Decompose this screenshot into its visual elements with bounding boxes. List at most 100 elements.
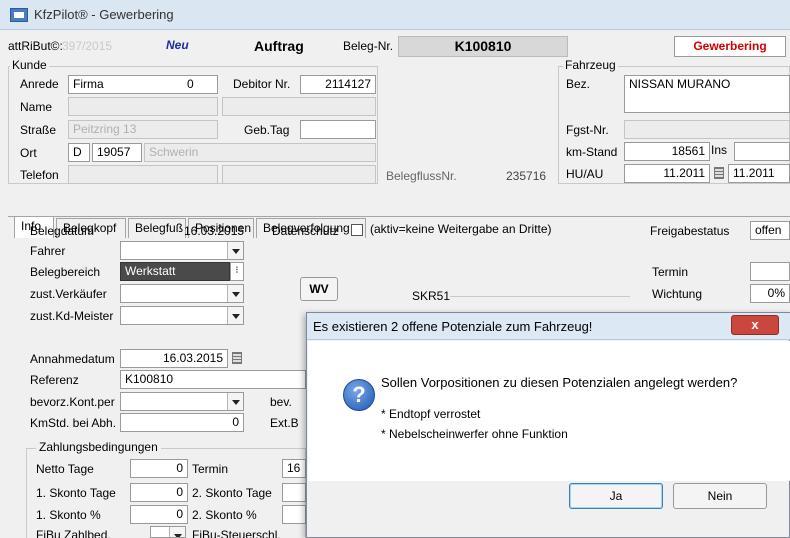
belegdatum-value: 16.03.2015: [184, 224, 245, 238]
window-titlebar: KfzPilot® - Gewerbering: [0, 0, 790, 30]
dialog-question: Sollen Vorpositionen zu diesen Potenzial…: [381, 375, 738, 390]
hu-field[interactable]: 11.2011: [624, 164, 710, 183]
zahlung-termin-field[interactable]: 16: [282, 459, 306, 478]
fahrer-label: Fahrer: [30, 244, 66, 258]
termin-label: Termin: [652, 265, 689, 279]
skonto1-tage-field[interactable]: 0: [130, 483, 188, 502]
kdmeister-combo[interactable]: [120, 306, 244, 325]
fahrer-combo[interactable]: [120, 241, 244, 260]
skonto2-pct-field[interactable]: [282, 505, 306, 524]
ort-city-field[interactable]: Schwerin: [144, 143, 376, 162]
belegnr-label: Beleg-Nr.: [343, 39, 394, 53]
telefon-field[interactable]: [68, 165, 218, 184]
name-label: Name: [20, 100, 53, 114]
netto-label: Netto Tage: [36, 462, 94, 476]
anrede-label: Anrede: [20, 77, 59, 91]
skonto2-tage-field[interactable]: [282, 483, 306, 502]
yes-button[interactable]: Ja: [569, 483, 663, 509]
belegfluss-label: BelegflussNr.: [386, 169, 457, 183]
wichtung-field[interactable]: 0%: [750, 284, 790, 303]
no-button[interactable]: Nein: [673, 483, 767, 509]
ort-label: Ort: [20, 146, 37, 160]
bez-field[interactable]: NISSAN MURANO: [624, 75, 790, 113]
skr-divider: [450, 296, 630, 297]
belegdatum-label: Belegdatum: [30, 224, 95, 238]
verkaeufer-combo[interactable]: [120, 284, 244, 303]
att-value: 397/2015: [62, 39, 113, 53]
telefon2-field[interactable]: [222, 165, 376, 184]
skonto2-pct-label: 2. Skonto %: [192, 508, 257, 522]
anrede-field[interactable]: Firma 0: [68, 75, 218, 94]
termin-field[interactable]: [750, 262, 790, 281]
telefon-label: Telefon: [20, 168, 59, 182]
gebtag-label: Geb.Tag: [244, 123, 290, 137]
datenschutz-checkbox[interactable]: [351, 224, 363, 236]
chevron-down-icon[interactable]: [169, 527, 185, 537]
fibu-label: FiBu Zahlbed.: [36, 528, 111, 538]
fgst-field[interactable]: [624, 120, 790, 139]
potenziale-dialog: Es existieren 2 offene Potenziale zum Fa…: [306, 312, 790, 538]
zahlung-group-title: Zahlungsbedingungen: [36, 440, 161, 454]
dialog-titlebar: Es existieren 2 offene Potenziale zum Fa…: [307, 313, 790, 340]
wv-button[interactable]: WV: [300, 277, 338, 301]
fahrzeug-group-title: Fahrzeug: [563, 58, 618, 72]
fibu-combo[interactable]: [150, 526, 186, 538]
document-type: Auftrag: [254, 38, 304, 54]
tab-belegfuss[interactable]: Belegfuß: [128, 218, 186, 238]
netto-field[interactable]: 0: [130, 459, 188, 478]
ins-field[interactable]: [734, 142, 790, 161]
au-field[interactable]: 11.2011: [728, 164, 790, 183]
kunde-group-title: Kunde: [10, 58, 49, 72]
close-button[interactable]: x: [731, 315, 779, 335]
datenschutz-note: (aktiv=keine Weitergabe an Dritte): [370, 222, 552, 236]
kmstd-field[interactable]: 0: [120, 413, 244, 432]
att-label: attRiBut©:: [8, 39, 63, 53]
skonto1-pct-field[interactable]: 0: [130, 505, 188, 524]
skonto1-tage-label: 1. Skonto Tage: [36, 486, 116, 500]
spin-icon[interactable]: ⁝: [230, 262, 244, 281]
verkaeufer-label: zust.Verkäufer: [30, 287, 107, 301]
chevron-down-icon[interactable]: [227, 307, 243, 324]
datenschutz-label: Datenschutz: [272, 224, 339, 238]
skonto1-pct-label: 1. Skonto %: [36, 508, 101, 522]
km-field[interactable]: 18561: [624, 142, 710, 161]
hu-label: HU/AU: [566, 167, 604, 181]
chevron-down-icon[interactable]: [227, 393, 243, 410]
debitor-label: Debitor Nr.: [233, 77, 291, 91]
name-field[interactable]: [68, 97, 218, 116]
calendar-icon[interactable]: [714, 167, 724, 179]
app-icon: [10, 8, 28, 22]
annahme-label: Annahmedatum: [30, 352, 115, 366]
calendar-icon[interactable]: [232, 352, 242, 364]
ext-label: Ext.B: [270, 416, 299, 430]
gebtag-field[interactable]: [300, 120, 376, 139]
referenz-field[interactable]: K100810: [120, 370, 306, 389]
chevron-down-icon[interactable]: [227, 285, 243, 302]
name2-field[interactable]: [222, 97, 376, 116]
wichtung-label: Wichtung: [652, 287, 703, 301]
bevorz-label: bevorz.Kont.per: [30, 395, 115, 409]
zahlung-termin-label: Termin: [192, 462, 229, 476]
question-icon: ?: [343, 379, 375, 411]
dialog-item: * Endtopf verrostet: [381, 407, 481, 421]
anrede-value: Firma: [73, 77, 104, 91]
km-label: km-Stand: [566, 145, 618, 159]
freigabe-field[interactable]: offen: [750, 221, 790, 240]
skr-label: SKR51: [412, 289, 451, 303]
window-title: KfzPilot® - Gewerbering: [34, 7, 174, 22]
ort-land-field[interactable]: D: [68, 143, 90, 162]
skonto2-tage-label: 2. Skonto Tage: [192, 486, 272, 500]
bevorz-combo[interactable]: [120, 392, 244, 411]
ort-plz-field[interactable]: 19057: [92, 143, 142, 162]
kmstd-label: KmStd. bei Abh.: [30, 416, 117, 430]
debitor-field[interactable]: 2114127: [300, 75, 376, 94]
belegbereich-field[interactable]: Werkstatt: [120, 262, 230, 281]
anrede-number: 0: [187, 77, 194, 91]
chevron-down-icon[interactable]: [227, 242, 243, 259]
dialog-title: Es existieren 2 offene Potenziale zum Fa…: [313, 319, 593, 334]
dialog-item: * Nebelscheinwerfer ohne Funktion: [381, 427, 568, 441]
annahme-field[interactable]: 16.03.2015: [120, 349, 228, 368]
strasse-field[interactable]: Peitzring 13: [68, 120, 218, 139]
strasse-label: Straße: [20, 123, 57, 137]
belegnr-value: K100810: [398, 36, 568, 57]
